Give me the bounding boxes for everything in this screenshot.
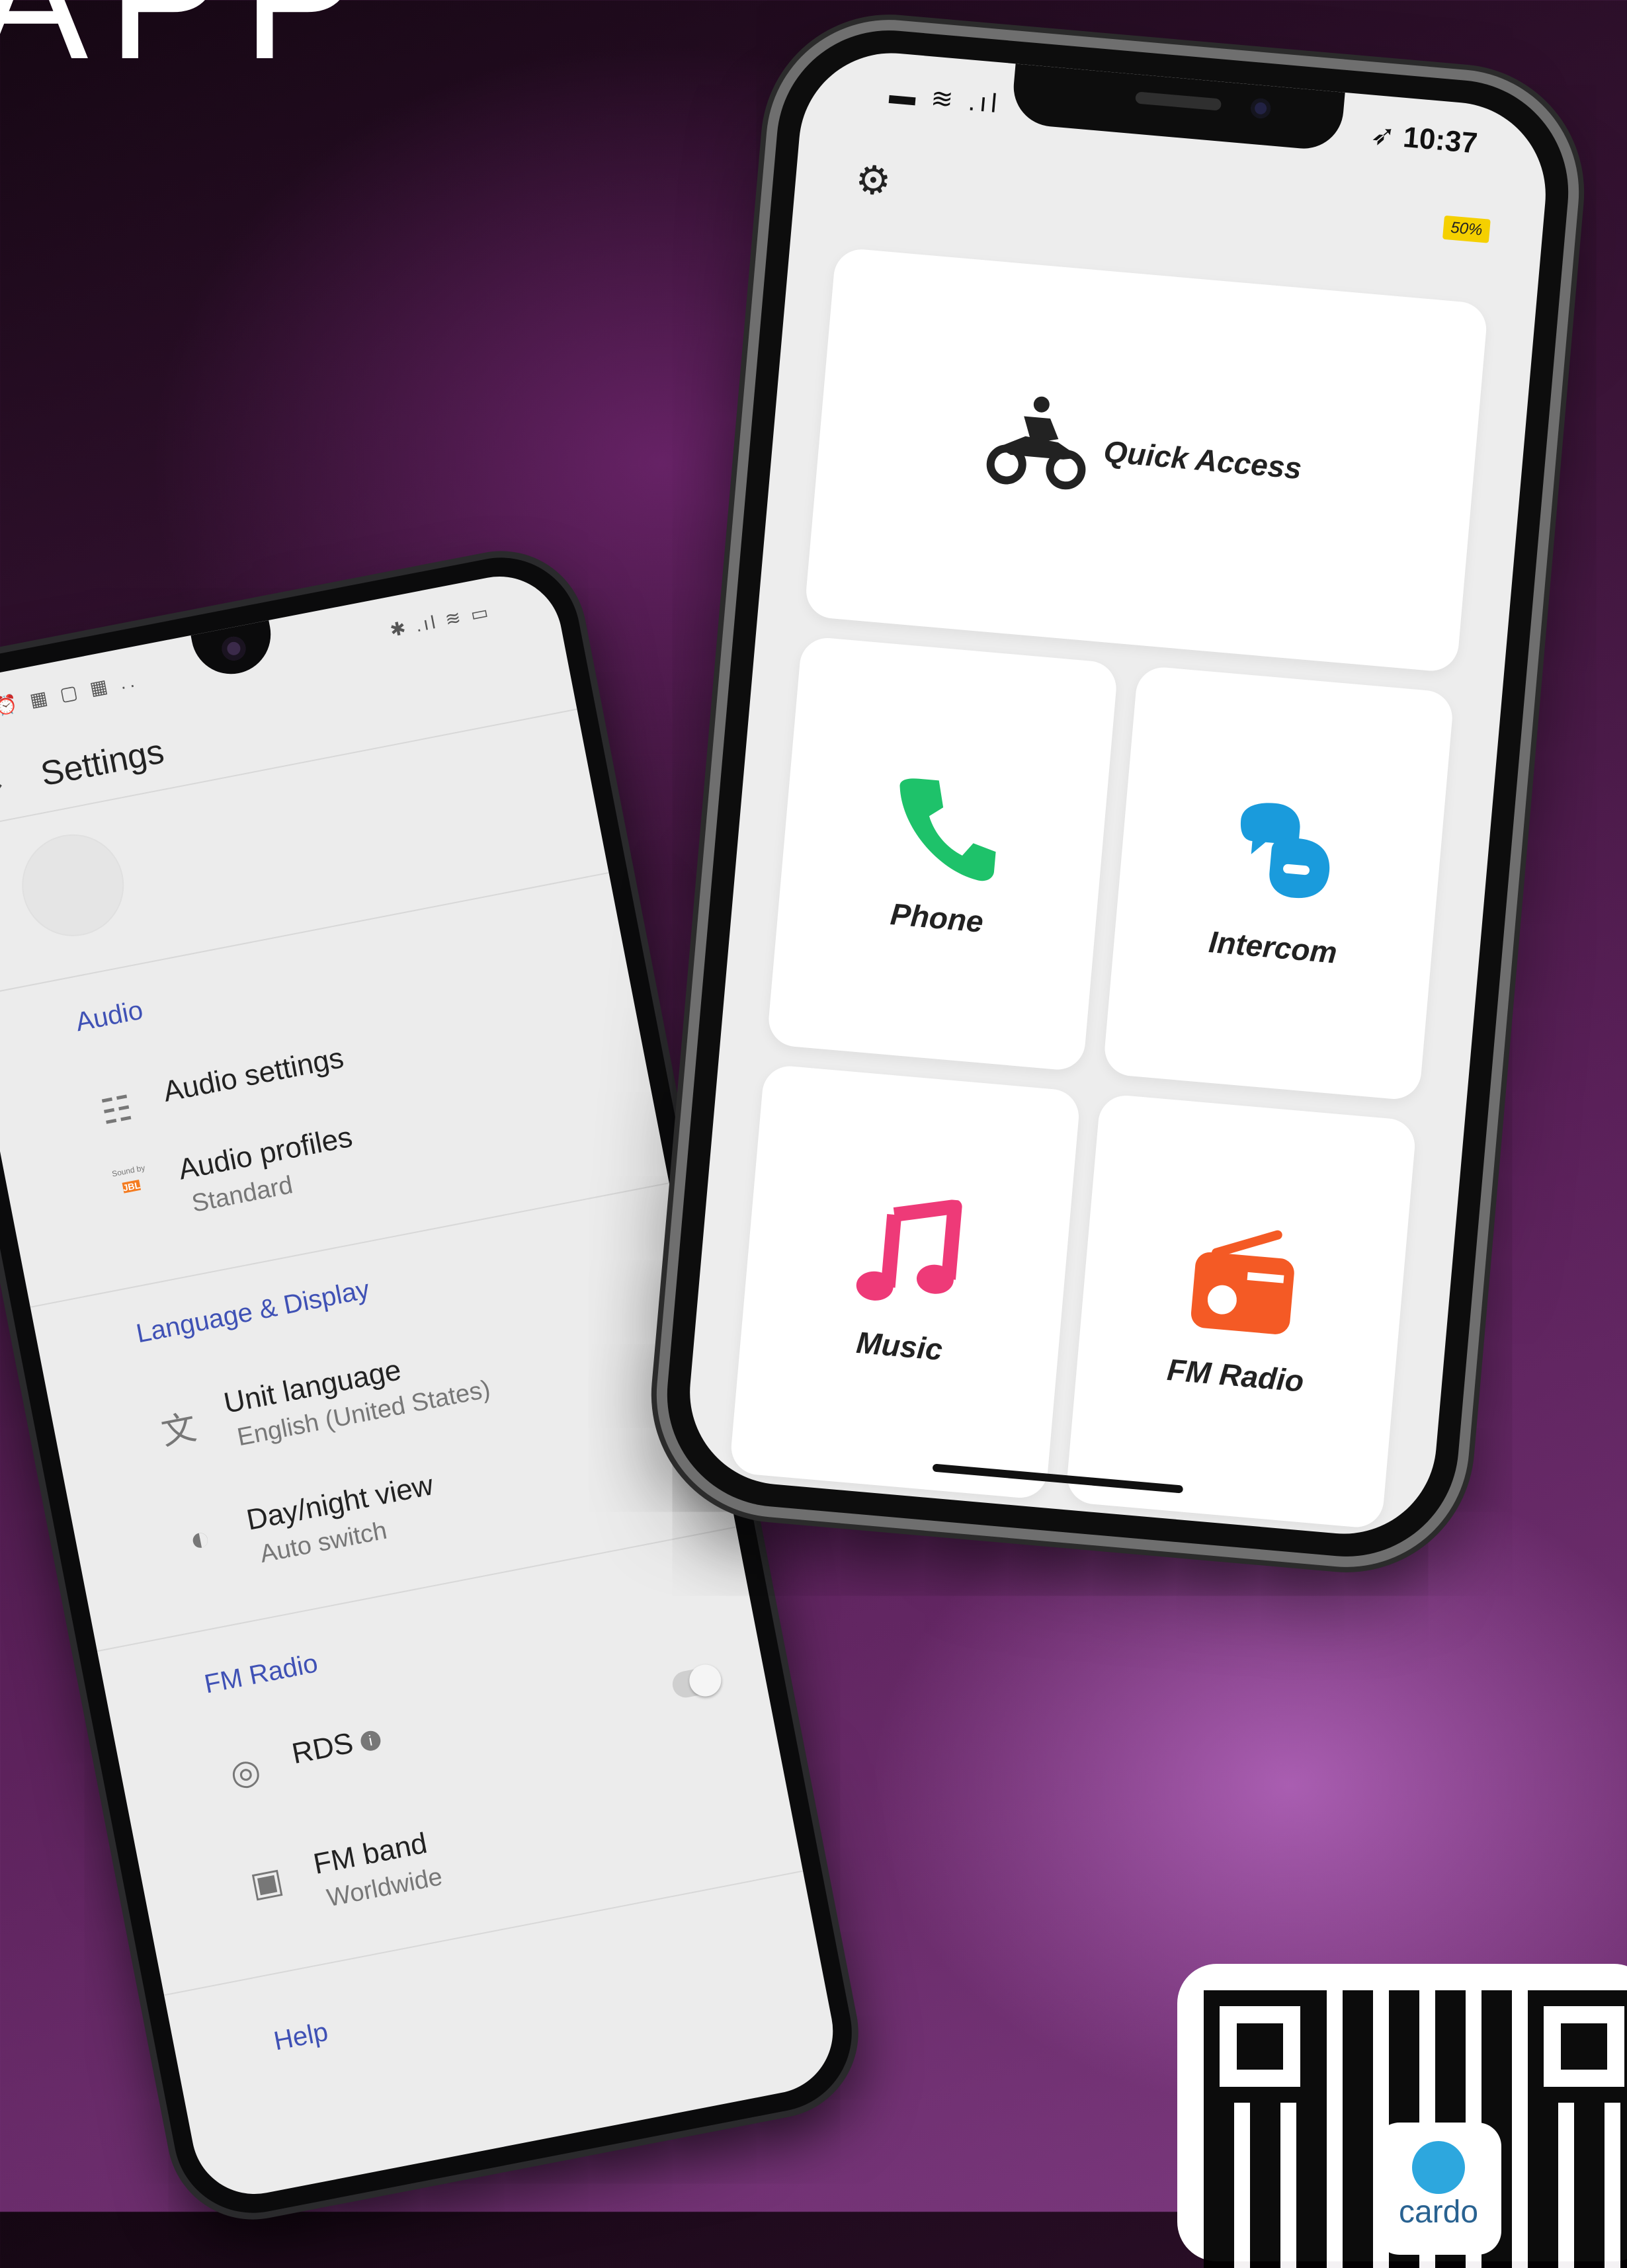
front-camera xyxy=(1249,97,1272,120)
qr-code[interactable]: cardo xyxy=(1204,1990,1627,2268)
section-header-help[interactable]: Help xyxy=(271,2017,330,2057)
status-icons-left: ⏰ ▦ ▢ ▦ .. xyxy=(0,669,140,718)
qr-finder xyxy=(1204,1990,1316,2103)
music-note-icon xyxy=(856,1199,962,1301)
tile-label: Intercom xyxy=(1207,924,1339,970)
jbl-icon: Sound by JBL xyxy=(110,1163,146,1194)
phone-icon xyxy=(899,778,996,881)
translate-icon: 文 xyxy=(158,1408,200,1453)
radio-icon: ▣ xyxy=(247,1861,287,1905)
section-header-audio: Audio xyxy=(73,995,146,1037)
page-title: Settings xyxy=(38,732,167,794)
status-time: ➶ 10:37 xyxy=(1369,118,1479,160)
jbl-logo: JBL xyxy=(122,1179,142,1194)
intercom-icon xyxy=(1240,803,1330,899)
qr-finder xyxy=(1528,1990,1627,2103)
tile-label: Music xyxy=(855,1324,944,1367)
tile-label: FM Radio xyxy=(1165,1352,1306,1398)
section-header-language: Language & Display xyxy=(134,1275,372,1349)
device-avatar xyxy=(15,827,132,944)
radio-icon xyxy=(1190,1230,1294,1334)
rds-toggle[interactable] xyxy=(670,1665,721,1700)
qr-code-card: cardo xyxy=(1177,1964,1627,2268)
tile-fm-radio[interactable]: FM Radio xyxy=(1065,1093,1417,1529)
earpiece xyxy=(1135,91,1222,111)
tile-quick-access[interactable]: Quick Access xyxy=(804,247,1489,673)
antenna-icon: ◎ xyxy=(227,1750,264,1795)
cardo-mark-icon xyxy=(1412,2141,1465,2194)
sliders-icon: ☷ xyxy=(98,1088,136,1133)
row-label: RDS i xyxy=(289,1721,383,1771)
tile-phone[interactable]: Phone xyxy=(766,635,1119,1072)
status-icons: ▬ ≋ .ıl xyxy=(888,79,1002,119)
iphone-notch xyxy=(1010,63,1345,152)
rds-label: RDS xyxy=(289,1726,356,1771)
tile-intercom[interactable]: Intercom xyxy=(1102,665,1455,1102)
hero-title: APP xyxy=(0,0,377,99)
row-label: Audio settings xyxy=(160,1041,347,1108)
iphone-screen: ▬ ≋ .ıl ➶ 10:37 ⚙ 50% Quick Access Phone xyxy=(682,45,1554,1542)
iphone: ▬ ≋ .ıl ➶ 10:37 ⚙ 50% Quick Access Phone xyxy=(657,20,1578,1566)
tile-label: Quick Access xyxy=(1102,434,1304,486)
section-header-fm: FM Radio xyxy=(202,1648,321,1699)
gear-icon[interactable]: ⚙ xyxy=(853,156,893,205)
cardo-logo: cardo xyxy=(1376,2123,1501,2255)
brightness-icon: ◐ xyxy=(186,1518,214,1560)
cardo-logo-text: cardo xyxy=(1398,2195,1479,2230)
status-icons-right: ✱ .ıl ≋ ▭ xyxy=(388,601,493,641)
close-icon[interactable]: ✕ xyxy=(0,757,9,803)
battery-indicator: 50% xyxy=(1442,215,1491,243)
motorcycle-icon xyxy=(986,396,1086,490)
tile-music[interactable]: Music xyxy=(729,1064,1081,1500)
info-icon[interactable]: i xyxy=(358,1729,382,1753)
tile-label: Phone xyxy=(889,896,985,939)
